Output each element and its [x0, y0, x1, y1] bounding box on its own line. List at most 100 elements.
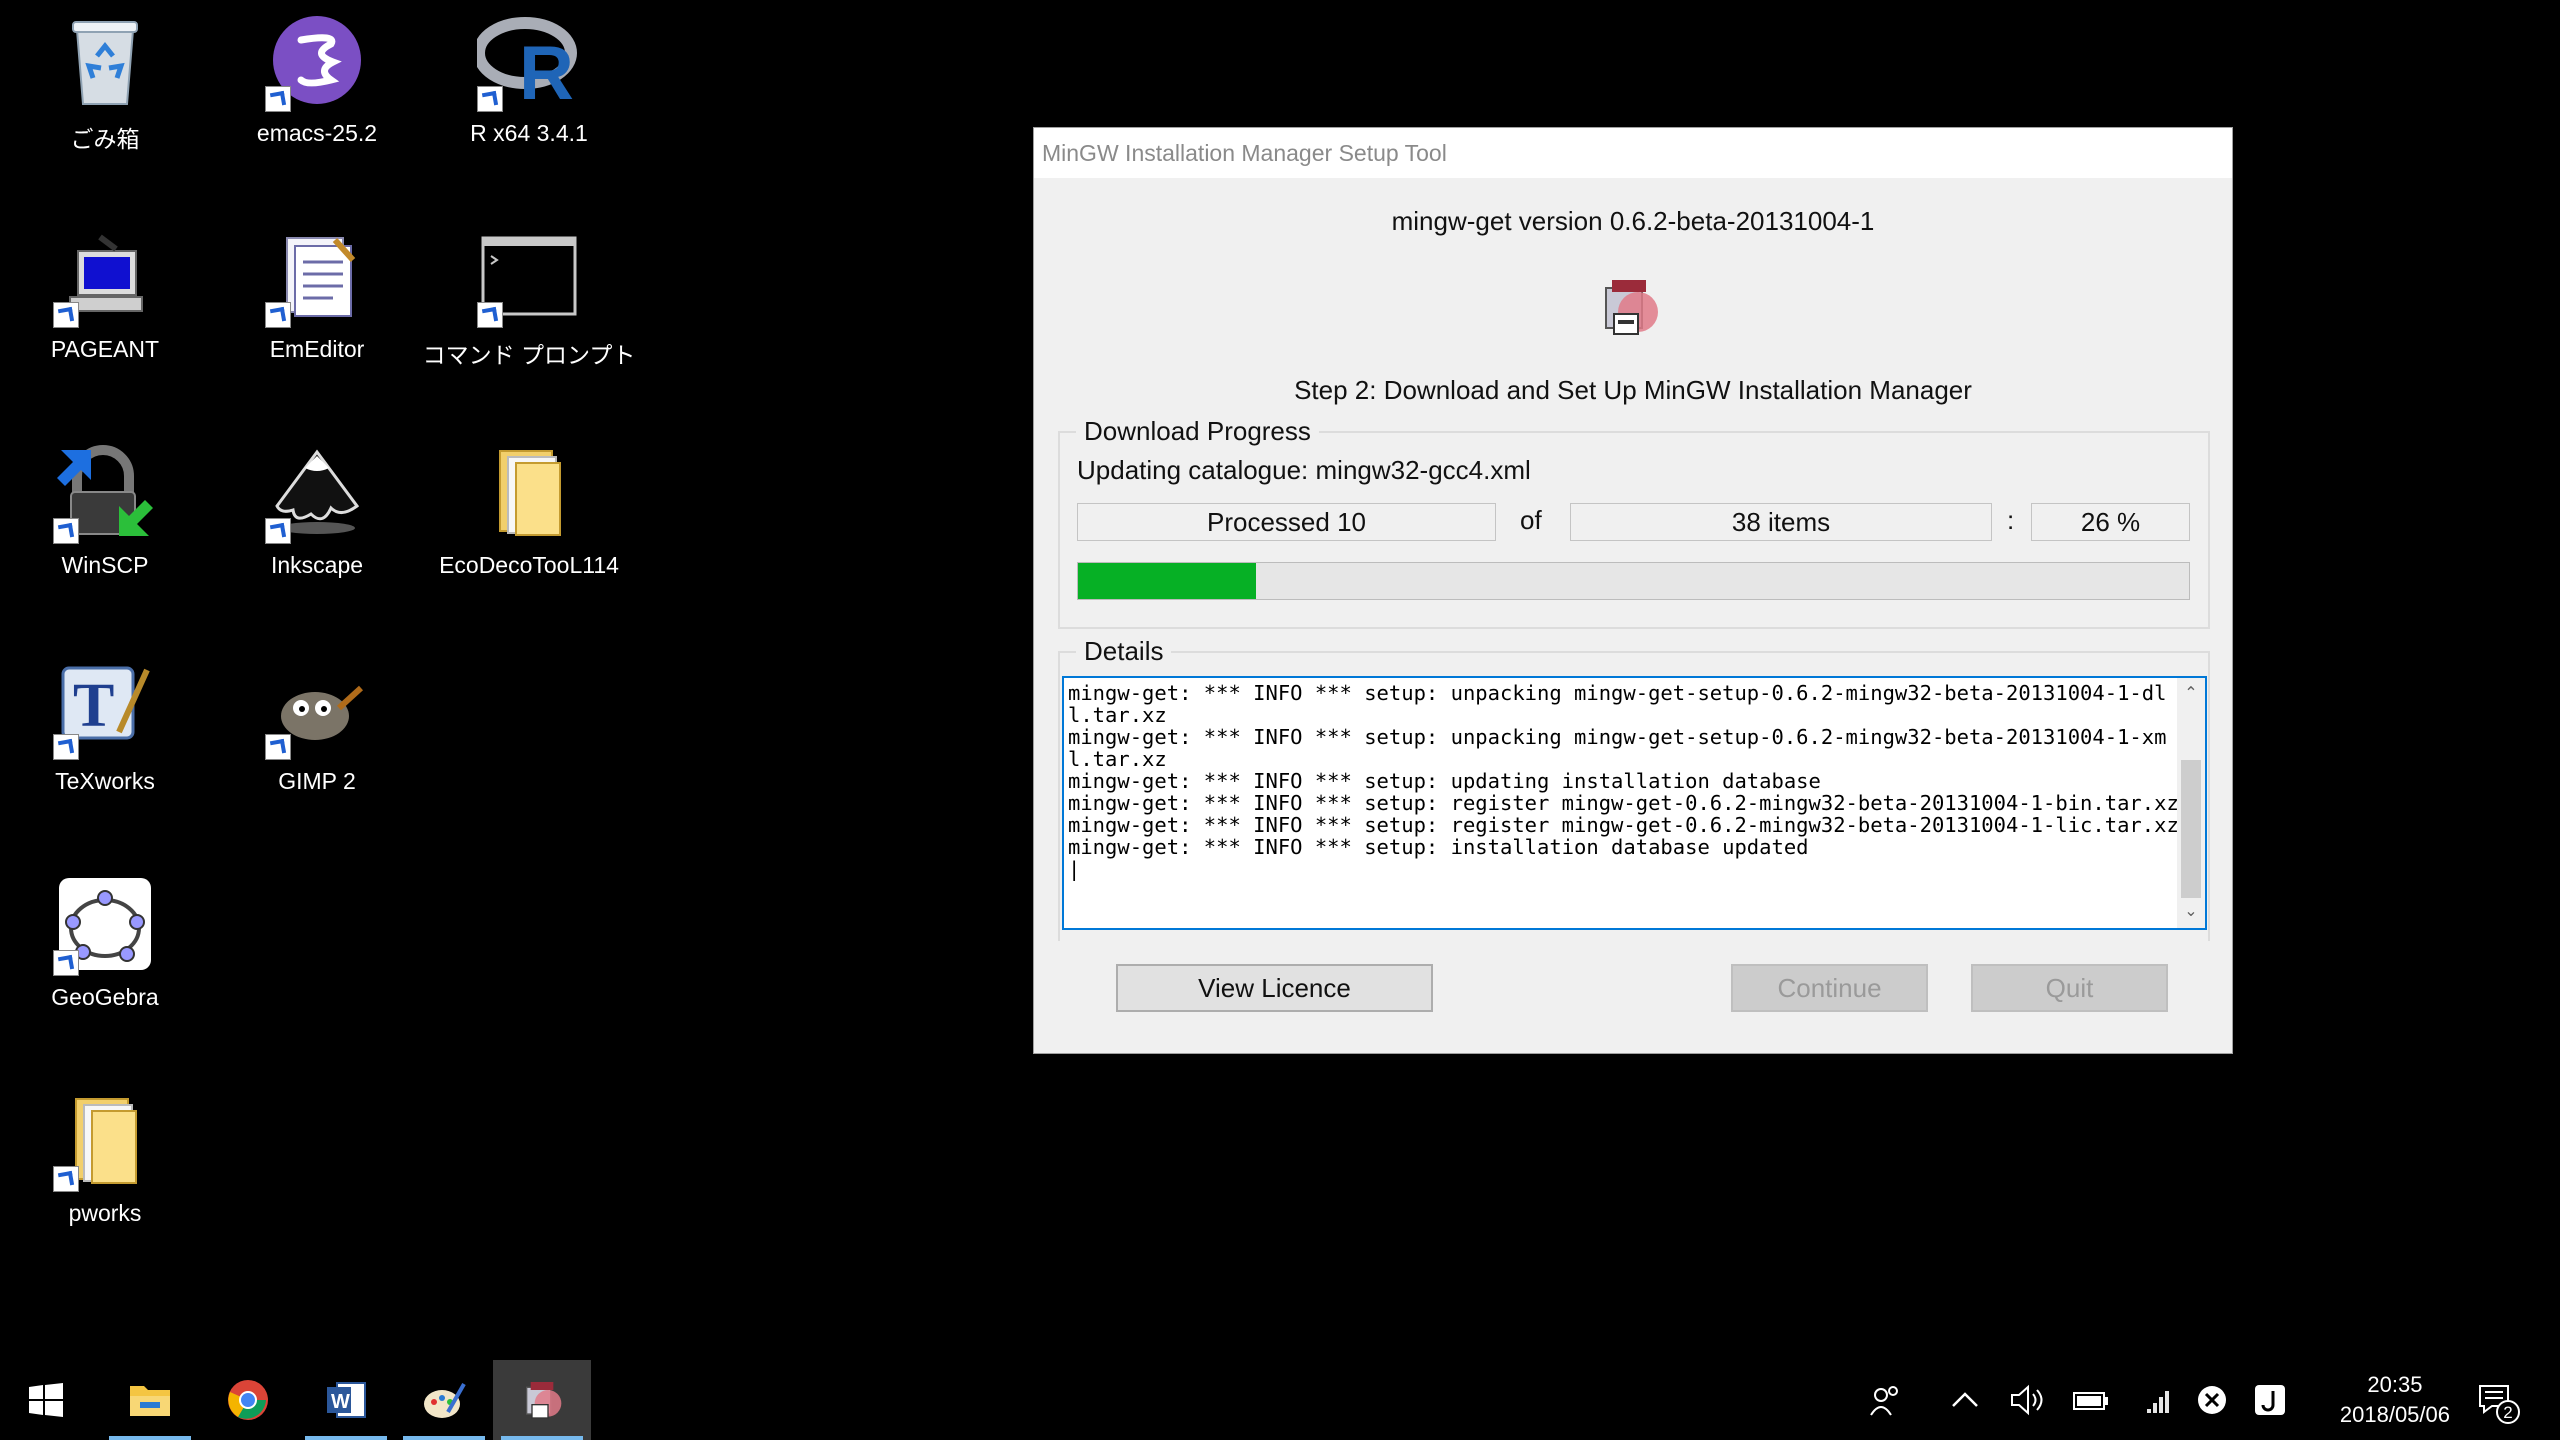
folder-icon: [477, 440, 581, 544]
desktop-icon-ecodecotool[interactable]: EcoDecoTooL114: [429, 432, 629, 632]
progress-bar-fill: [1078, 563, 1256, 599]
texworks-icon: T: [53, 656, 157, 760]
taskbar-chrome[interactable]: [199, 1360, 297, 1440]
paint-icon: [424, 1383, 466, 1418]
svg-text:W: W: [331, 1391, 350, 1413]
step-text: Step 2: Download and Set Up MinGW Instal…: [1294, 375, 1972, 405]
scrollbar-thumb[interactable]: [2181, 760, 2201, 898]
download-progress-bar: [1077, 562, 2190, 600]
running-indicator: [501, 1436, 583, 1440]
geogebra-icon: [53, 872, 157, 976]
version-text: mingw-get version 0.6.2-beta-20131004-1: [1391, 206, 1875, 236]
desktop-icon-r[interactable]: R R x64 3.4.1: [429, 0, 629, 200]
wifi-icon[interactable]: [2140, 1380, 2180, 1420]
desktop-icon-label: EcoDecoTooL114: [439, 552, 619, 578]
inkscape-icon: [265, 440, 369, 544]
desktop-icon-label: ごみ箱: [70, 126, 140, 152]
running-indicator: [403, 1436, 485, 1440]
desktop-icon-gimp[interactable]: GIMP 2: [217, 648, 417, 848]
continue-button[interactable]: Continue: [1731, 964, 1928, 1012]
shortcut-arrow-icon: [53, 1166, 79, 1192]
desktop-icon-pworks[interactable]: pworks: [5, 1080, 205, 1280]
percent-field: 26 %: [2031, 503, 2190, 541]
shortcut-arrow-icon: [265, 518, 291, 544]
shortcut-arrow-icon: [265, 302, 291, 328]
desktop-icon-label: Inkscape: [270, 552, 364, 578]
scroll-down-icon[interactable]: ⌄: [2177, 900, 2205, 924]
desktop-icon-label: コマンド プロンプト: [422, 342, 636, 368]
pageant-icon: [53, 224, 157, 328]
desktop-icon-texworks[interactable]: T TeXworks: [5, 648, 205, 848]
emeditor-icon: [265, 224, 369, 328]
colon-label: :: [2007, 505, 2015, 535]
desktop-icon-label: TeXworks: [55, 768, 155, 794]
desktop-icon-label: PAGEANT: [50, 336, 160, 362]
start-button[interactable]: [0, 1360, 92, 1440]
taskbar: W 20:35 2018/05/06 2: [0, 1360, 2560, 1440]
desktop-icon-winscp[interactable]: WinSCP: [5, 432, 205, 632]
taskbar-word[interactable]: W: [297, 1360, 395, 1440]
taskbar-file-explorer[interactable]: [101, 1360, 199, 1440]
download-progress-title: Download Progress: [1076, 416, 1319, 447]
desktop-icon-emeditor[interactable]: EmEditor: [217, 216, 417, 416]
command-prompt-icon: [477, 224, 581, 328]
mingw-setup-dialog: MinGW Installation Manager Setup Tool mi…: [1033, 127, 2233, 1054]
processed-count-field: Processed 10: [1077, 503, 1496, 541]
dialog-titlebar[interactable]: MinGW Installation Manager Setup Tool: [1034, 128, 2232, 178]
shortcut-arrow-icon: [477, 302, 503, 328]
desktop-icon-label: GIMP 2: [278, 768, 356, 794]
view-licence-button[interactable]: View Licence: [1116, 964, 1433, 1012]
running-indicator: [109, 1436, 191, 1440]
volume-icon[interactable]: [2008, 1380, 2048, 1420]
word-icon: W: [327, 1382, 366, 1418]
recycle-bin-icon: [53, 8, 157, 112]
shortcut-arrow-icon: [265, 86, 291, 112]
updating-catalogue-text: Updating catalogue: mingw32-gcc4.xml: [1077, 455, 1531, 485]
notification-count-badge: 2: [2496, 1400, 2520, 1424]
ime-icon[interactable]: [2250, 1380, 2290, 1420]
winscp-icon: [53, 440, 157, 544]
log-vertical-scrollbar[interactable]: ⌃ ⌄: [2177, 678, 2205, 928]
shortcut-arrow-icon: [53, 950, 79, 976]
svg-text:R: R: [519, 31, 574, 105]
mingw-setup-icon: [526, 1382, 562, 1419]
file-explorer-icon: [130, 1386, 170, 1416]
people-icon[interactable]: [1866, 1380, 1906, 1420]
scroll-up-icon[interactable]: ⌃: [2177, 682, 2205, 706]
running-indicator: [305, 1436, 387, 1440]
of-label: of: [1520, 505, 1542, 535]
desktop-icon-label: WinSCP: [61, 552, 149, 578]
shortcut-arrow-icon: [53, 518, 79, 544]
clock-date: 2018/05/06: [2339, 1402, 2450, 1427]
taskbar-paint[interactable]: [395, 1360, 493, 1440]
total-items-field: 38 items: [1570, 503, 1992, 541]
details-title: Details: [1076, 636, 1172, 667]
battery-icon[interactable]: [2071, 1380, 2111, 1420]
r-icon: R: [477, 8, 581, 112]
desktop-icon-label: R x64 3.4.1: [470, 120, 588, 146]
desktop-icon-label: GeoGebra: [51, 984, 159, 1010]
start-icon: [29, 1383, 63, 1417]
gimp-icon: [265, 656, 369, 760]
show-hidden-icons-chevron-icon[interactable]: [1945, 1380, 1985, 1420]
clock-time: 20:35: [2367, 1372, 2423, 1397]
action-center-icon[interactable]: 2: [2476, 1380, 2520, 1424]
desktop-icon-label: EmEditor: [269, 336, 365, 362]
taskbar-mingw-setup[interactable]: [493, 1360, 591, 1440]
desktop-icon-pageant[interactable]: PAGEANT: [5, 216, 205, 416]
desktop-icon-geogebra[interactable]: GeoGebra: [5, 864, 205, 1064]
shortcut-arrow-icon: [477, 86, 503, 112]
desktop-icon-emacs[interactable]: emacs-25.2: [217, 0, 417, 200]
desktop-icon-inkscape[interactable]: Inkscape: [217, 432, 417, 632]
taskbar-clock[interactable]: 20:35 2018/05/06: [2340, 1370, 2450, 1430]
emacs-icon: [265, 8, 369, 112]
mingw-setup-logo-icon: [1596, 274, 1662, 340]
desktop-icon-command-prompt[interactable]: コマンド プロンプト: [423, 216, 635, 416]
quit-button[interactable]: Quit: [1971, 964, 2168, 1012]
network-error-icon[interactable]: [2192, 1380, 2232, 1420]
details-log-text: mingw-get: *** INFO *** setup: unpacking…: [1068, 681, 2179, 881]
desktop-icon-recycle-bin[interactable]: ごみ箱: [5, 0, 205, 200]
shortcut-arrow-icon: [53, 302, 79, 328]
desktop-icon-label: pworks: [68, 1200, 142, 1226]
details-log-textarea[interactable]: mingw-get: *** INFO *** setup: unpacking…: [1062, 676, 2207, 930]
